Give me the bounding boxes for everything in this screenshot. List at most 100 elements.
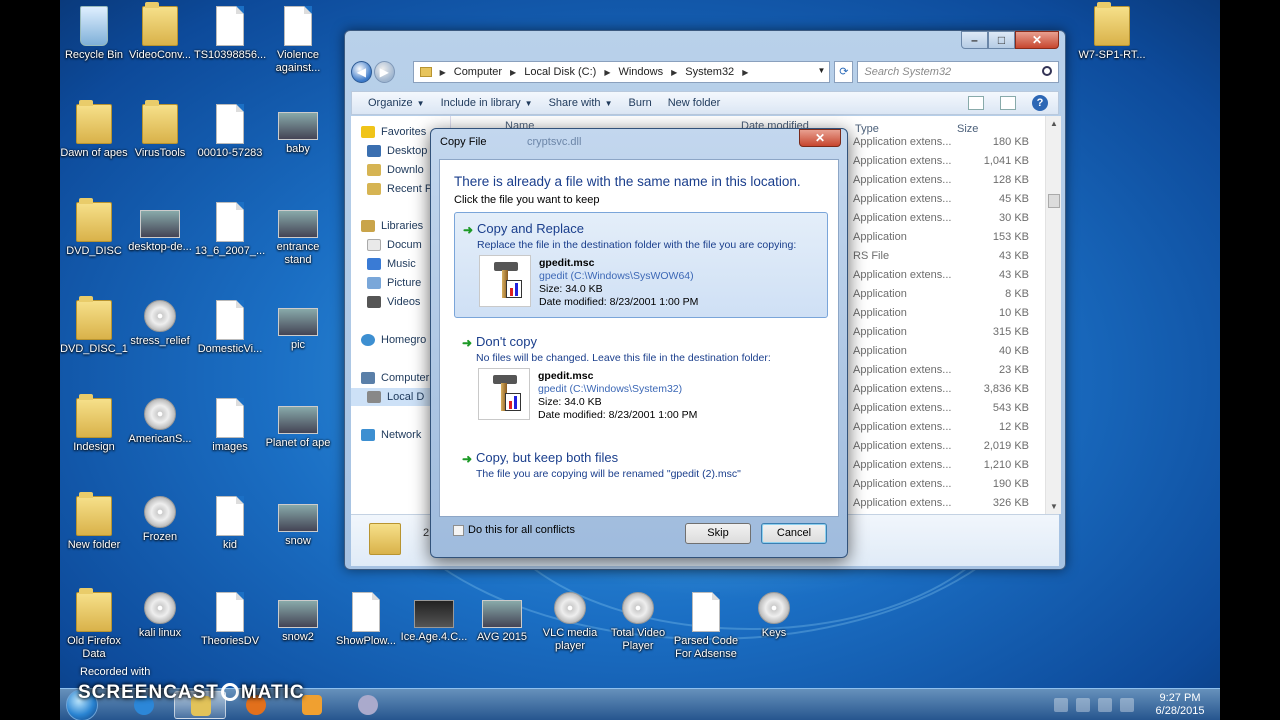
new-folder-button[interactable]: New folder	[668, 97, 721, 109]
table-row[interactable]: Application 10 KB	[853, 307, 1053, 326]
apply-to-all-label[interactable]: Do this for all conflicts	[468, 524, 575, 536]
search-input[interactable]: Search System32	[857, 61, 1059, 83]
desktop-icon-item[interactable]: DVD_DISC	[58, 198, 130, 258]
nav-downloads[interactable]: Downlo	[367, 164, 424, 176]
table-row[interactable]: Application extens... 1,210 KB	[853, 459, 1053, 478]
cancel-button[interactable]: Cancel	[761, 523, 827, 544]
desktop-icon-item[interactable]: Frozen	[124, 496, 196, 544]
address-bar[interactable]: ▶ Computer ▶ Local Disk (C:) ▶ Windows ▶…	[412, 61, 831, 83]
nav-homegroup[interactable]: Homegro	[361, 334, 426, 346]
desktop-icon-item[interactable]: Old Firefox Data	[58, 588, 130, 661]
breadcrumb-system32[interactable]: System32	[685, 66, 734, 78]
view-options-icon[interactable]	[968, 96, 984, 110]
clock[interactable]: 9:27 PM 6/28/2015	[1150, 692, 1210, 718]
desktop-icon-item[interactable]: Parsed Code For Adsense	[670, 592, 742, 661]
table-row[interactable]: RS File 43 KB	[853, 250, 1053, 269]
nav-libraries[interactable]: Libraries	[361, 220, 423, 232]
desktop-icon-item[interactable]: Planet of ape	[262, 398, 334, 450]
desktop-icon-item[interactable]: VLC media player	[534, 592, 606, 653]
desktop-icon-item[interactable]: baby	[262, 104, 334, 156]
table-row[interactable]: Application extens... 3,836 KB	[853, 383, 1053, 402]
desktop-icon-item[interactable]: AVG 2015	[466, 592, 538, 644]
desktop-icon-item[interactable]: images	[194, 398, 266, 454]
nav-recent-places[interactable]: Recent P	[367, 183, 432, 195]
desktop-icon-item[interactable]: kali linux	[124, 592, 196, 640]
table-row[interactable]: Application extens... 43 KB	[853, 269, 1053, 288]
desktop-icon-item[interactable]: desktop-de...	[124, 202, 196, 254]
vertical-scrollbar[interactable]: ▲ ▼	[1045, 116, 1061, 514]
network-icon[interactable]	[1076, 698, 1090, 712]
table-row[interactable]: Application extens... 128 KB	[853, 174, 1053, 193]
nav-music[interactable]: Music	[367, 258, 416, 270]
table-row[interactable]: Application extens... 543 KB	[853, 402, 1053, 421]
maximize-button[interactable]: □	[988, 31, 1015, 49]
nav-desktop[interactable]: Desktop	[367, 145, 427, 157]
include-in-library-menu[interactable]: Include in library ▼	[441, 97, 533, 109]
table-row[interactable]: Application extens... 12 KB	[853, 421, 1053, 440]
power-icon[interactable]	[1098, 698, 1112, 712]
scrollbar-thumb[interactable]	[1048, 194, 1060, 208]
table-row[interactable]: Application 40 KB	[853, 345, 1053, 364]
scroll-down-icon[interactable]: ▼	[1050, 502, 1058, 511]
desktop-icon-item[interactable]: entrance stand	[262, 202, 334, 267]
apply-to-all-checkbox[interactable]	[453, 525, 464, 536]
burn-button[interactable]: Burn	[628, 97, 651, 109]
desktop-icon-item[interactable]: Indesign	[58, 394, 130, 454]
skip-button[interactable]: Skip	[685, 523, 751, 544]
desktop-icon-item[interactable]: stress_relief	[124, 300, 196, 348]
nav-computer[interactable]: Computer	[361, 372, 429, 384]
table-row[interactable]: Application extens... 2,019 KB	[853, 440, 1053, 459]
dialog-close-button[interactable]: ✕	[799, 129, 841, 147]
help-icon[interactable]: ?	[1032, 95, 1048, 111]
desktop-icon-item[interactable]: 00010-57283	[194, 104, 266, 160]
table-row[interactable]: Application extens... 190 KB	[853, 478, 1053, 497]
forward-button[interactable]: ▶	[373, 61, 395, 83]
close-button[interactable]: ✕	[1015, 31, 1059, 49]
desktop-icon-item[interactable]: VideoConv...	[124, 2, 196, 62]
desktop-icon-item[interactable]: VirusTools	[124, 100, 196, 160]
desktop-icon-item[interactable]: TheoriesDV	[194, 592, 266, 648]
desktop-icon-item[interactable]: DomesticVi...	[194, 300, 266, 356]
dont-copy-option[interactable]: ➜ Don't copy No files will be changed. L…	[454, 326, 828, 432]
chevron-right-icon[interactable]: ▶	[510, 68, 516, 77]
chevron-right-icon[interactable]: ▶	[742, 68, 748, 77]
table-row[interactable]: Application extens... 1,041 KB	[853, 155, 1053, 174]
table-row[interactable]: Application extens... 180 KB	[853, 136, 1053, 155]
preview-pane-icon[interactable]	[1000, 96, 1016, 110]
desktop-icon-item[interactable]: AmericanS...	[124, 398, 196, 446]
desktop-icon-item[interactable]: Keys	[738, 592, 810, 640]
scroll-up-icon[interactable]: ▲	[1050, 119, 1058, 128]
organize-menu[interactable]: Organize ▼	[368, 97, 425, 109]
table-row[interactable]: Application extens... 30 KB	[853, 212, 1053, 231]
chevron-right-icon[interactable]: ▶	[604, 68, 610, 77]
desktop-icon-item[interactable]: snow	[262, 496, 334, 548]
back-button[interactable]: ◀	[351, 61, 372, 83]
breadcrumb-windows[interactable]: Windows	[618, 66, 663, 78]
desktop-icon-item[interactable]: Dawn of apes	[58, 100, 130, 160]
desktop-icon-item[interactable]: TS10398856...	[194, 6, 266, 62]
nav-videos[interactable]: Videos	[367, 296, 420, 308]
desktop-icon-item[interactable]: Ice.Age.4.C...	[398, 592, 470, 644]
desktop-icon-item[interactable]: DVD_DISC_1	[58, 296, 130, 356]
volume-icon[interactable]	[1120, 698, 1134, 712]
table-row[interactable]: Application extens... 23 KB	[853, 364, 1053, 383]
copy-and-replace-option[interactable]: ➜ Copy and Replace Replace the file in t…	[454, 212, 828, 318]
column-header-size[interactable]: Size	[957, 123, 978, 135]
column-header-type[interactable]: Type	[855, 123, 879, 135]
table-row[interactable]: Application 8 KB	[853, 288, 1053, 307]
breadcrumb-computer[interactable]: Computer	[454, 66, 502, 78]
desktop-icon-item[interactable]: Recycle Bin	[58, 6, 130, 62]
table-row[interactable]: Application 315 KB	[853, 326, 1053, 345]
desktop-icon-item[interactable]: 13_6_2007_...	[194, 202, 266, 258]
desktop-icon-item[interactable]: Violence against...	[262, 6, 334, 75]
desktop-icon-item[interactable]: New folder	[58, 492, 130, 552]
minimize-button[interactable]: –	[961, 31, 988, 49]
desktop-icon-item[interactable]: Total Video Player	[602, 592, 674, 653]
chevron-down-icon[interactable]: ▼	[818, 66, 826, 75]
nav-favorites[interactable]: Favorites	[361, 126, 426, 138]
keep-both-option[interactable]: ➜ Copy, but keep both files The file you…	[454, 442, 828, 486]
desktop-icon-item[interactable]: snow2	[262, 592, 334, 644]
nav-network[interactable]: Network	[361, 429, 421, 441]
nav-documents[interactable]: Docum	[367, 239, 422, 251]
table-row[interactable]: Application 153 KB	[853, 231, 1053, 250]
